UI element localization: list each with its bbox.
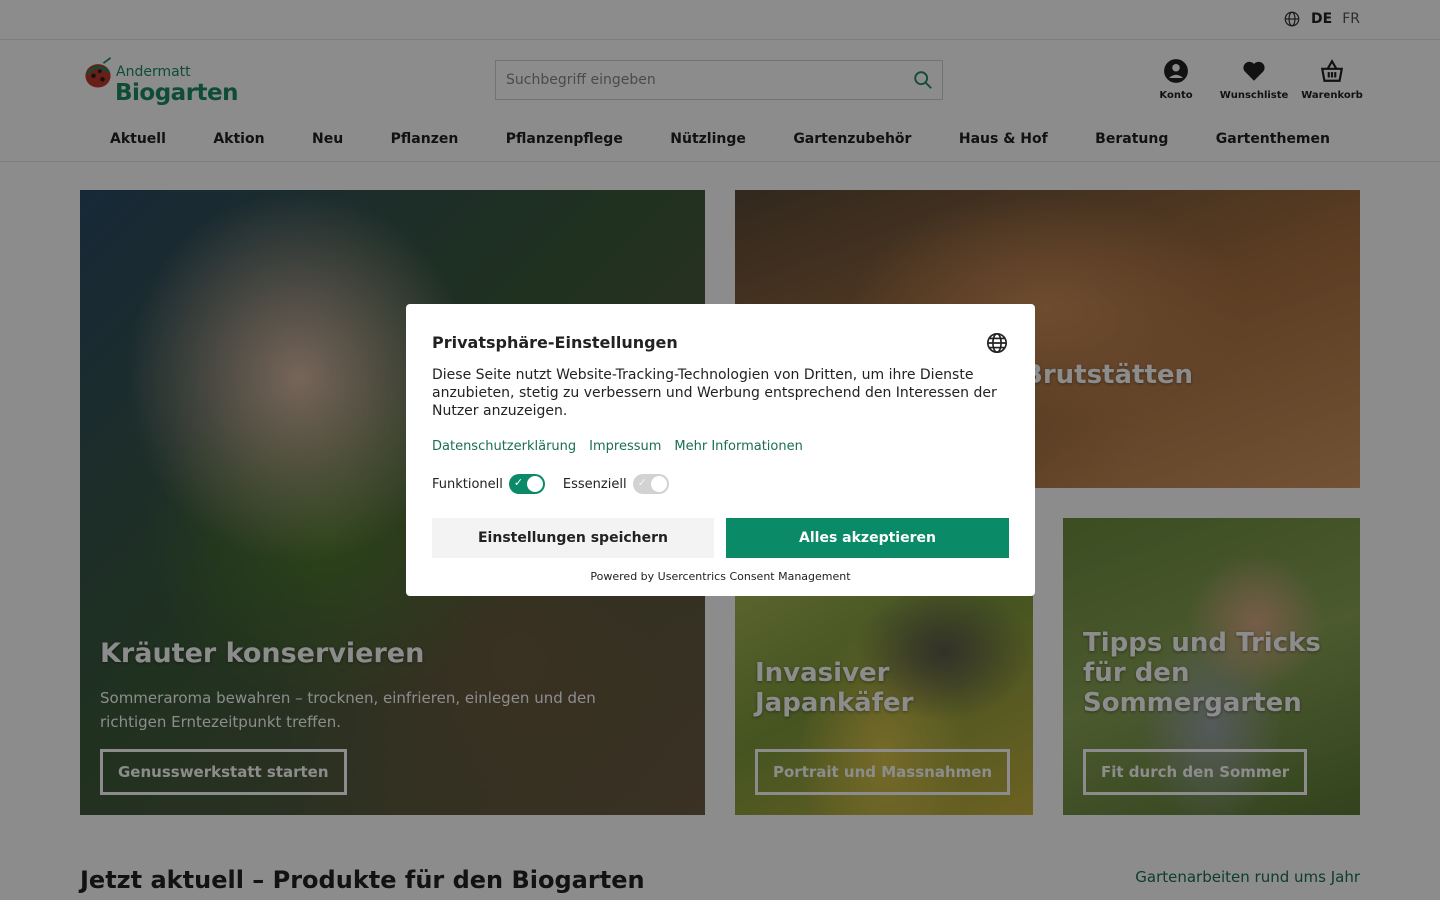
essential-toggle-label: Essenziell: [562, 476, 627, 492]
privacy-policy-link[interactable]: Datenschutzerklärung: [432, 439, 576, 454]
consent-dialog: Privatsphäre-Einstellungen Diese Seite n…: [406, 304, 1035, 596]
imprint-link[interactable]: Impressum: [589, 439, 661, 454]
language-globe-icon[interactable]: [986, 332, 1008, 354]
save-settings-button[interactable]: Einstellungen speichern: [432, 518, 714, 558]
toggle-knob: [650, 476, 667, 492]
consent-title: Privatsphäre-Einstellungen: [432, 333, 678, 352]
consent-toggles: Funktionell ✓ Essenziell ✓: [432, 474, 687, 494]
more-info-link[interactable]: Mehr Informationen: [674, 439, 802, 454]
consent-text: Diese Seite nutzt Website-Tracking-Techn…: [432, 367, 997, 419]
consent-links: Datenschutzerklärung Impressum Mehr Info…: [432, 439, 803, 454]
functional-toggle-label: Funktionell: [432, 476, 503, 492]
toggle-knob: [526, 476, 543, 492]
functional-toggle[interactable]: ✓: [508, 474, 545, 494]
check-icon: ✓: [513, 476, 524, 489]
accept-all-button[interactable]: Alles akzeptieren: [726, 518, 1009, 558]
check-icon: ✓: [637, 476, 647, 489]
essential-toggle: ✓: [632, 474, 669, 494]
powered-by-text: Powered by Usercentrics Consent Manageme…: [590, 570, 851, 583]
